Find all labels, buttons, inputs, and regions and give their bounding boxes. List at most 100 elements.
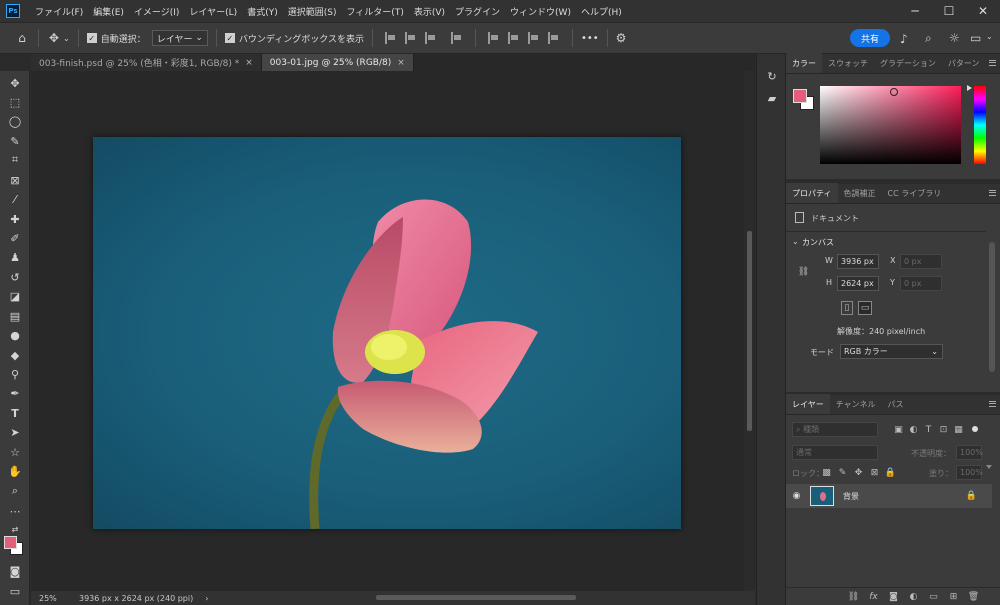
chevron-down-icon[interactable]	[986, 465, 992, 469]
align-bottom-icon[interactable]	[527, 32, 540, 44]
chevron-down-icon[interactable]: ⌄	[63, 34, 70, 43]
panel-menu-icon[interactable]	[989, 190, 996, 196]
link-layers-icon[interactable]: ⛓	[848, 591, 859, 602]
chevron-down-icon[interactable]: ⌄	[792, 237, 799, 246]
tab-gradients[interactable]: グラデーション	[874, 53, 942, 73]
filter-shape-icon[interactable]: ⊡	[938, 424, 949, 435]
filter-smart-object-icon[interactable]: ▦	[953, 424, 964, 435]
zoom-tool-icon[interactable]: ⌕	[7, 483, 23, 499]
auto-select-dropdown[interactable]: レイヤー ⌄	[151, 30, 208, 46]
gradient-tool-icon[interactable]: ▤	[7, 308, 23, 324]
layer-filter-dropdown[interactable]: ⌕ 種類	[792, 422, 878, 437]
search-icon[interactable]: ⌕	[925, 31, 932, 46]
align-left-icon[interactable]	[384, 32, 397, 44]
tab-paths[interactable]: パス	[882, 394, 910, 414]
foreground-color-swatch[interactable]	[4, 536, 17, 549]
lock-transparent-icon[interactable]: ▩	[821, 467, 832, 478]
tab-color[interactable]: カラー	[786, 53, 822, 73]
comments-icon[interactable]: ▰	[764, 90, 780, 106]
swap-colors-icon[interactable]: ⇄	[7, 521, 23, 537]
move-tool-icon[interactable]: ✥	[47, 31, 61, 45]
bell-icon[interactable]: ♪	[900, 32, 908, 46]
document-info[interactable]: 3936 px x 2624 px (240 ppi)	[79, 594, 193, 603]
sharpen-tool-icon[interactable]: ◆	[7, 347, 23, 363]
blur-tool-icon[interactable]: ●	[7, 327, 23, 343]
brush-tool-icon[interactable]: ✐	[7, 230, 23, 246]
landscape-orientation-icon[interactable]: ▭	[858, 301, 872, 315]
more-tools-icon[interactable]: ⋯	[7, 503, 23, 519]
vertical-scroll-thumb[interactable]	[747, 231, 752, 431]
close-icon[interactable]: ×	[397, 58, 405, 68]
shape-tool-icon[interactable]: ☆	[7, 444, 23, 460]
auto-select-checkbox[interactable]: ✓	[86, 33, 97, 43]
adjustment-layer-icon[interactable]: ◐	[908, 591, 919, 602]
blend-mode-dropdown[interactable]: 通常	[792, 445, 878, 460]
canvas-area[interactable]	[31, 71, 744, 591]
path-select-tool-icon[interactable]: ➤	[7, 424, 23, 440]
align-middle-icon[interactable]	[507, 32, 520, 44]
menu-edit[interactable]: 編集(E)	[88, 5, 129, 18]
lock-artboard-icon[interactable]: ⊠	[869, 467, 880, 478]
gear-icon[interactable]: ⚙	[616, 31, 627, 45]
tab-003-01[interactable]: 003-01.jpg @ 25% (RGB/8) ×	[261, 54, 414, 71]
align-center-icon[interactable]	[404, 32, 417, 44]
align-top-icon[interactable]	[487, 32, 500, 44]
horizontal-scroll-thumb[interactable]	[376, 595, 576, 600]
tab-layers[interactable]: レイヤー	[786, 394, 830, 414]
tab-cc-libraries[interactable]: CC ライブラリ	[882, 183, 948, 203]
distribute-horizontal-icon[interactable]	[450, 32, 463, 44]
tab-patterns[interactable]: パターン	[942, 53, 986, 73]
chevron-down-icon[interactable]: ⌄	[986, 32, 993, 41]
filter-pixel-icon[interactable]: ▣	[893, 424, 904, 435]
pen-tool-icon[interactable]: ✒	[7, 385, 23, 401]
menu-filter[interactable]: フィルター(T)	[341, 5, 408, 18]
history-icon[interactable]: ↻	[764, 68, 780, 84]
menu-view[interactable]: 表示(V)	[409, 5, 450, 18]
hue-slider[interactable]	[974, 86, 986, 164]
new-layer-icon[interactable]: ⊞	[948, 591, 959, 602]
tab-channels[interactable]: チャンネル	[830, 394, 882, 414]
close-icon[interactable]: ×	[245, 58, 253, 68]
lock-position-icon[interactable]: ✥	[853, 467, 864, 478]
close-window-icon[interactable]: ✕	[966, 0, 1000, 22]
properties-scrollbar[interactable]	[989, 242, 995, 372]
healing-brush-tool-icon[interactable]: ✚	[7, 211, 23, 227]
new-group-icon[interactable]: ▭	[928, 591, 939, 602]
layer-row[interactable]: ◉ 背景 🔒	[786, 484, 992, 508]
eye-icon[interactable]: ◉	[791, 490, 802, 501]
crop-tool-icon[interactable]: ⌗	[7, 152, 23, 168]
tab-swatches[interactable]: スウォッチ	[822, 53, 874, 73]
menu-select[interactable]: 選択範囲(S)	[283, 5, 342, 18]
tab-properties[interactable]: プロパティ	[786, 183, 838, 203]
more-options-button[interactable]: •••	[581, 33, 599, 44]
eraser-tool-icon[interactable]: ◪	[7, 288, 23, 304]
lasso-tool-icon[interactable]: ◯	[7, 113, 23, 129]
menu-layer[interactable]: レイヤー(L)	[184, 5, 242, 18]
foreground-color-swatch[interactable]	[793, 89, 807, 103]
marquee-tool-icon[interactable]: ⬚	[7, 94, 23, 110]
menu-help[interactable]: ヘルプ(H)	[576, 5, 627, 18]
trash-icon[interactable]: 🗑	[968, 591, 979, 602]
hand-tool-icon[interactable]: ✋	[7, 463, 23, 479]
add-mask-icon[interactable]: ◙	[888, 591, 899, 602]
lock-pixels-icon[interactable]: ✎	[837, 467, 848, 478]
menu-window[interactable]: ウィンドウ(W)	[505, 5, 576, 18]
filter-adjustment-icon[interactable]: ◐	[908, 424, 919, 435]
home-icon[interactable]: ⌂	[14, 31, 30, 45]
document-canvas[interactable]	[93, 137, 681, 529]
quick-select-tool-icon[interactable]: ✎	[7, 133, 23, 149]
y-field[interactable]: 0 px	[900, 276, 942, 291]
mode-dropdown[interactable]: RGB カラー ⌄	[840, 344, 943, 359]
menu-type[interactable]: 書式(Y)	[242, 5, 283, 18]
history-brush-tool-icon[interactable]: ↺	[7, 269, 23, 285]
zoom-level[interactable]: 25%	[39, 594, 79, 603]
panel-menu-icon[interactable]	[989, 60, 996, 66]
type-tool-icon[interactable]: T	[7, 405, 23, 421]
workspace-icon[interactable]: ▭	[970, 31, 981, 45]
portrait-orientation-icon[interactable]: ▯	[841, 301, 853, 315]
stamp-tool-icon[interactable]: ♟	[7, 249, 23, 265]
lightbulb-icon[interactable]: ☼	[949, 31, 960, 45]
tab-003-finish[interactable]: 003-finish.psd @ 25% (色相・彩度1, RGB/8) * ×	[31, 54, 262, 71]
quick-mask-icon[interactable]: ◙	[7, 563, 23, 579]
menu-file[interactable]: ファイル(F)	[30, 5, 88, 18]
